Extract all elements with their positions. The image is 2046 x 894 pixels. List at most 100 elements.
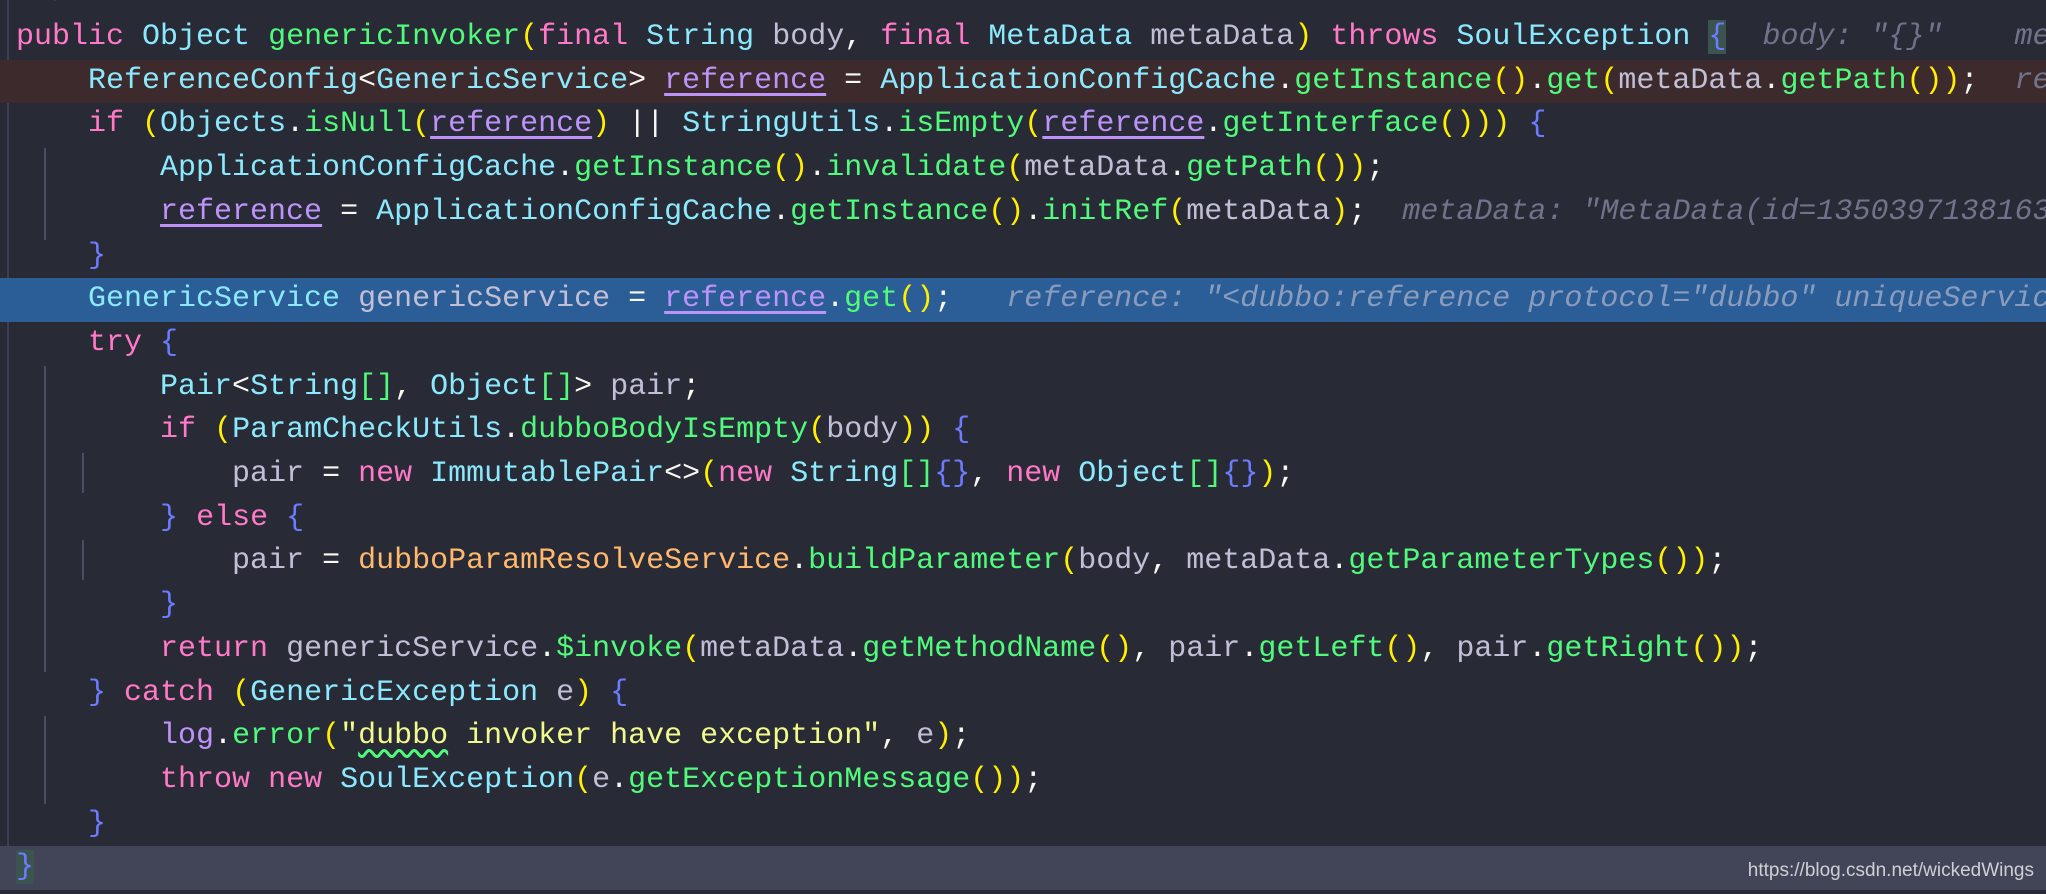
code-line[interactable]: pair = new ImmutablePair<>(new String[]{… xyxy=(0,453,2046,497)
code-token: . xyxy=(502,413,521,448)
code-token: , xyxy=(394,369,431,404)
code-token: ; xyxy=(1348,194,1367,229)
code-token: getRight xyxy=(1546,631,1691,666)
code-token: ( xyxy=(1168,194,1187,229)
code-token: String xyxy=(646,20,773,54)
line-code: pair = new ImmutablePair<>(new String[]{… xyxy=(16,453,1294,497)
code-line[interactable]: try { xyxy=(0,322,2046,366)
code-line[interactable]: */ xyxy=(0,0,2046,16)
line-code: } xyxy=(16,803,106,847)
code-token: invoker have exception" xyxy=(448,719,881,754)
code-line[interactable]: if (ParamCheckUtils.dubboBodyIsEmpty(bod… xyxy=(0,409,2046,453)
code-token: { xyxy=(286,500,305,535)
code-token: ()) xyxy=(1906,63,1961,98)
code-token: StringUtils xyxy=(682,107,881,142)
code-line[interactable]: Pair<String[], Object[]> pair; xyxy=(0,366,2046,410)
code-line[interactable]: throw new SoulException(e.getExceptionMe… xyxy=(0,759,2046,803)
code-token: , xyxy=(1132,631,1169,666)
line-code: return genericService.$invoke(metaData.g… xyxy=(16,628,1762,672)
code-editor[interactable]: */public Object genericInvoker(final Str… xyxy=(0,0,2046,894)
code-token: getParameterTypes xyxy=(1348,544,1655,579)
code-token: pair xyxy=(1168,631,1241,666)
code-token: getInstance xyxy=(790,194,989,229)
code-token: < xyxy=(232,369,251,404)
code-token: reference xyxy=(430,107,593,142)
code-line[interactable]: if (Objects.isNull(reference) || StringU… xyxy=(0,103,2046,147)
breakpoint-line[interactable]: ReferenceConfig<GenericService> referenc… xyxy=(0,59,2046,104)
code-token: { xyxy=(160,325,179,360)
code-token: new xyxy=(718,457,791,491)
code-token: genericInvoker xyxy=(268,20,521,54)
code-token: Pair xyxy=(160,369,233,404)
indent-guide xyxy=(82,453,84,493)
code-token: } xyxy=(88,675,107,710)
code-token: SoulException xyxy=(340,762,575,797)
code-token: new xyxy=(1006,457,1079,491)
code-token: log xyxy=(160,719,215,754)
code-token: getPath xyxy=(1780,63,1907,98)
code-token: metaData xyxy=(1186,544,1331,579)
code-token: > xyxy=(628,63,665,98)
code-token: () xyxy=(1492,63,1529,98)
code-token: , xyxy=(970,457,1007,491)
code-line[interactable]: } else { xyxy=(0,497,2046,541)
code-token: } xyxy=(88,238,107,273)
line-code: ReferenceConfig<GenericService> referenc… xyxy=(16,60,2046,104)
code-line[interactable]: ApplicationConfigCache.getInstance().inv… xyxy=(0,147,2046,191)
code-line[interactable]: } xyxy=(0,584,2046,628)
code-token: error xyxy=(232,719,323,754)
code-token: try xyxy=(88,325,161,360)
code-line[interactable]: pair = dubboParamResolveService.buildPar… xyxy=(0,540,2046,584)
current-line[interactable]: } xyxy=(0,846,2046,890)
code-token: ReferenceConfig xyxy=(88,63,359,98)
code-token: ( xyxy=(1060,544,1079,579)
code-token: { xyxy=(952,413,971,448)
code-token: if xyxy=(160,413,215,448)
code-token: pair xyxy=(232,457,305,491)
code-token: [] xyxy=(1186,457,1223,491)
code-token: . xyxy=(1528,631,1547,666)
code-token: . xyxy=(844,631,863,666)
code-line[interactable]: } xyxy=(0,235,2046,279)
inline-debug-value: metaData: "MetaData(id=1350397138163 xyxy=(1366,194,2046,229)
code-token: . xyxy=(772,194,791,229)
code-token: metaData xyxy=(1024,151,1169,186)
code-token: ( xyxy=(574,762,593,797)
code-token: getInstance xyxy=(574,151,773,186)
line-code: if (ParamCheckUtils.dubboBodyIsEmpty(bod… xyxy=(16,409,970,453)
code-token: ImmutablePair xyxy=(430,457,665,491)
code-token: throws xyxy=(1330,20,1457,54)
code-line[interactable]: log.error("dubbo invoker have exception"… xyxy=(0,715,2046,759)
code-token: catch xyxy=(124,675,233,710)
code-line[interactable]: public Object genericInvoker(final Strin… xyxy=(0,16,2046,60)
code-line[interactable]: return genericService.$invoke(metaData.g… xyxy=(0,628,2046,672)
code-token: () xyxy=(1384,631,1421,666)
code-token: ( xyxy=(214,413,233,448)
code-token: . xyxy=(286,107,305,142)
code-token: String xyxy=(250,369,359,404)
code-token: GenericService xyxy=(376,63,629,98)
code-token: {} xyxy=(934,457,971,491)
code-token: new xyxy=(268,762,341,797)
code-token: . xyxy=(880,107,899,142)
code-token: pair xyxy=(232,544,305,579)
code-token: body xyxy=(826,413,899,448)
code-line[interactable]: } catch (GenericException e) { xyxy=(0,672,2046,716)
code-token: e xyxy=(556,675,575,710)
code-token: Objects xyxy=(160,107,287,142)
code-line[interactable]: } xyxy=(0,803,2046,847)
code-token: ) xyxy=(1258,457,1277,491)
code-token: . xyxy=(610,762,629,797)
code-token: ( xyxy=(1006,151,1025,186)
execution-line[interactable]: GenericService genericService = referenc… xyxy=(0,278,2046,322)
watermark: https://blog.csdn.net/wickedWings xyxy=(1747,860,2034,881)
line-code: } xyxy=(16,235,106,279)
code-line[interactable]: reference = ApplicationConfigCache.getIn… xyxy=(0,191,2046,235)
code-token: getInstance xyxy=(1294,63,1493,98)
line-code: } xyxy=(16,584,178,628)
code-token: || xyxy=(610,107,683,142)
